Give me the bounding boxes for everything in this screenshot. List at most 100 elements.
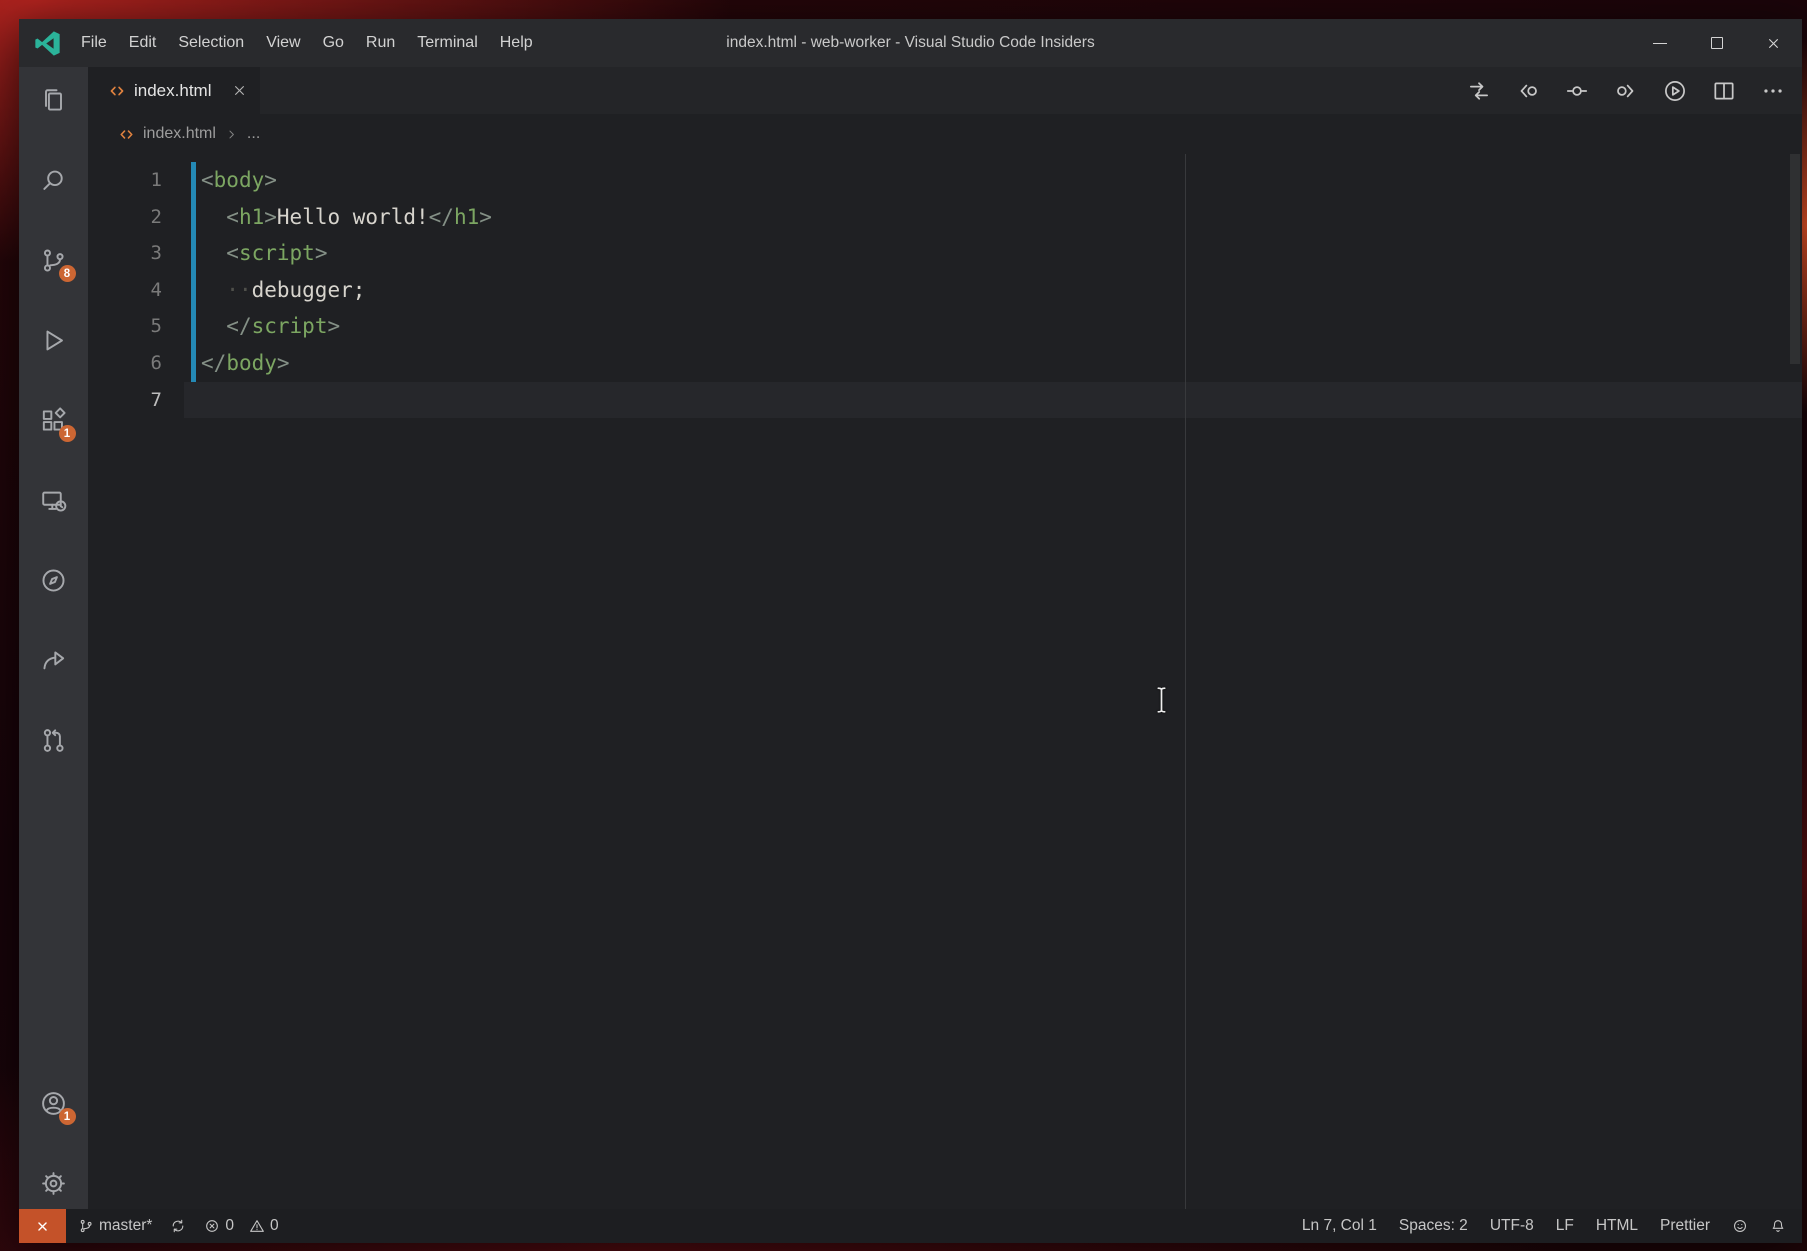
breadcrumb-item-symbol[interactable]: ... (247, 125, 260, 143)
menu-go[interactable]: Go (312, 19, 355, 67)
status-feedback[interactable] (1732, 1218, 1748, 1234)
activity-badge: 8 (59, 265, 76, 282)
code-line-3[interactable]: 3 <script> (88, 235, 1802, 272)
code-line-7[interactable]: 7 (88, 382, 1802, 419)
title-bar: FileEditSelectionViewGoRunTerminalHelp i… (19, 19, 1802, 67)
record-icon[interactable] (1564, 78, 1590, 104)
line-number[interactable]: 3 (88, 235, 184, 272)
activity-live-share[interactable] (30, 636, 78, 684)
activity-remote-explorer[interactable] (30, 476, 78, 524)
menu-edit[interactable]: Edit (118, 19, 168, 67)
status-bar: master* 00 Ln 7, Col 1 Spaces: 2 UTF-8 LF HTM… (19, 1209, 1802, 1243)
code-editor[interactable]: 1<body>2 <h1>Hello world!</h1>3 <script>… (88, 154, 1802, 1209)
status-problems-count: 0 (225, 1217, 234, 1235)
line-content (184, 382, 201, 419)
activity-explorer[interactable] (30, 76, 78, 124)
status-formatter-label: Prettier (1660, 1217, 1710, 1235)
activity-bar-bottom: 1 (19, 1079, 88, 1207)
line-content: </script> (184, 308, 340, 345)
menu-bar: FileEditSelectionViewGoRunTerminalHelp (70, 19, 544, 67)
activity-settings[interactable] (30, 1159, 78, 1207)
status-language-mode-label: HTML (1596, 1217, 1638, 1235)
activity-source-control[interactable]: 8 (30, 236, 78, 284)
window-controls (1631, 19, 1802, 67)
status-eol[interactable]: LF (1556, 1217, 1574, 1235)
code-line-4[interactable]: 4 ··debugger; (88, 272, 1802, 309)
editor-actions (1466, 67, 1802, 114)
close-icon (1765, 35, 1782, 52)
breadcrumb-item-file[interactable]: index.html (143, 125, 216, 143)
maximize-icon (1711, 37, 1723, 49)
status-indentation[interactable]: Spaces: 2 (1399, 1217, 1468, 1235)
code-line-6[interactable]: 6</body> (88, 345, 1802, 382)
status-encoding[interactable]: UTF-8 (1490, 1217, 1534, 1235)
chevron-right-icon (224, 127, 239, 142)
warning-icon (249, 1218, 265, 1234)
menu-run[interactable]: Run (355, 19, 406, 67)
close-button[interactable] (1745, 19, 1802, 67)
line-content: </body> (184, 345, 290, 382)
activity-run-and-debug[interactable] (30, 316, 78, 364)
activity-search[interactable] (30, 156, 78, 204)
gear-icon (39, 1169, 68, 1198)
bell-icon (1770, 1218, 1786, 1234)
minimize-button[interactable] (1631, 19, 1688, 67)
menu-view[interactable]: View (255, 19, 311, 67)
search-icon (39, 166, 68, 195)
open-changes-icon[interactable] (1466, 78, 1492, 104)
split-editor-icon[interactable] (1711, 78, 1737, 104)
code-lines: 1<body>2 <h1>Hello world!</h1>3 <script>… (88, 162, 1802, 418)
code-line-1[interactable]: 1<body> (88, 162, 1802, 199)
html-file-icon (108, 82, 126, 100)
step-forward-icon[interactable] (1613, 78, 1639, 104)
tab-index-html[interactable]: index.html (88, 67, 260, 114)
status-branch[interactable]: master* (78, 1217, 152, 1235)
remote-explorer-icon (39, 486, 68, 515)
line-number[interactable]: 1 (88, 162, 184, 199)
more-actions-icon[interactable] (1760, 78, 1786, 104)
menu-selection[interactable]: Selection (167, 19, 255, 67)
line-content: <script> (184, 235, 327, 272)
workbench-main: 8 1 1 index.html index.html... 1<body>2 <… (19, 67, 1802, 1209)
activity-github-pull-requests[interactable] (30, 716, 78, 764)
line-content: <h1>Hello world!</h1> (184, 199, 492, 236)
status-problems[interactable]: 00 (204, 1217, 278, 1235)
status-cursor-position[interactable]: Ln 7, Col 1 (1302, 1217, 1377, 1235)
remote-indicator[interactable] (19, 1209, 66, 1243)
menu-terminal[interactable]: Terminal (406, 19, 488, 67)
line-number[interactable]: 2 (88, 199, 184, 236)
step-back-icon[interactable] (1515, 78, 1541, 104)
line-number[interactable]: 7 (88, 382, 184, 419)
html-file-icon (118, 126, 135, 143)
menu-file[interactable]: File (70, 19, 118, 67)
tab-close-icon[interactable] (231, 82, 248, 99)
line-number[interactable]: 5 (88, 308, 184, 345)
vscode-insiders-logo-icon (34, 30, 61, 57)
maximize-button[interactable] (1688, 19, 1745, 67)
desktop-wallpaper: { "colors": { "accent_badge": "#cc6633",… (0, 0, 1807, 1251)
status-left: master* 00 (66, 1217, 279, 1235)
git-modified-gutter-bar (191, 162, 196, 382)
status-language-mode[interactable]: HTML (1596, 1217, 1638, 1235)
activity-badge: 1 (59, 425, 76, 442)
tab-bar: index.html (88, 67, 1802, 114)
run-icon[interactable] (1662, 78, 1688, 104)
status-formatter[interactable]: Prettier (1660, 1217, 1710, 1235)
code-line-2[interactable]: 2 <h1>Hello world!</h1> (88, 199, 1802, 236)
activity-badge: 1 (59, 1108, 76, 1125)
activity-live-preview[interactable] (30, 556, 78, 604)
status-sync[interactable] (170, 1218, 186, 1234)
remote-icon (34, 1218, 51, 1235)
files-icon (39, 86, 68, 115)
mouse-text-cursor (1153, 685, 1170, 715)
line-number[interactable]: 6 (88, 345, 184, 382)
line-content: ··debugger; (184, 272, 365, 309)
code-line-5[interactable]: 5 </script> (88, 308, 1802, 345)
menu-help[interactable]: Help (489, 19, 544, 67)
editor-scrollbar[interactable] (1790, 154, 1800, 364)
activity-accounts[interactable]: 1 (30, 1079, 78, 1127)
status-notifications[interactable] (1770, 1218, 1786, 1234)
activity-extensions[interactable]: 1 (30, 396, 78, 444)
git-branch-icon (78, 1218, 94, 1234)
line-number[interactable]: 4 (88, 272, 184, 309)
